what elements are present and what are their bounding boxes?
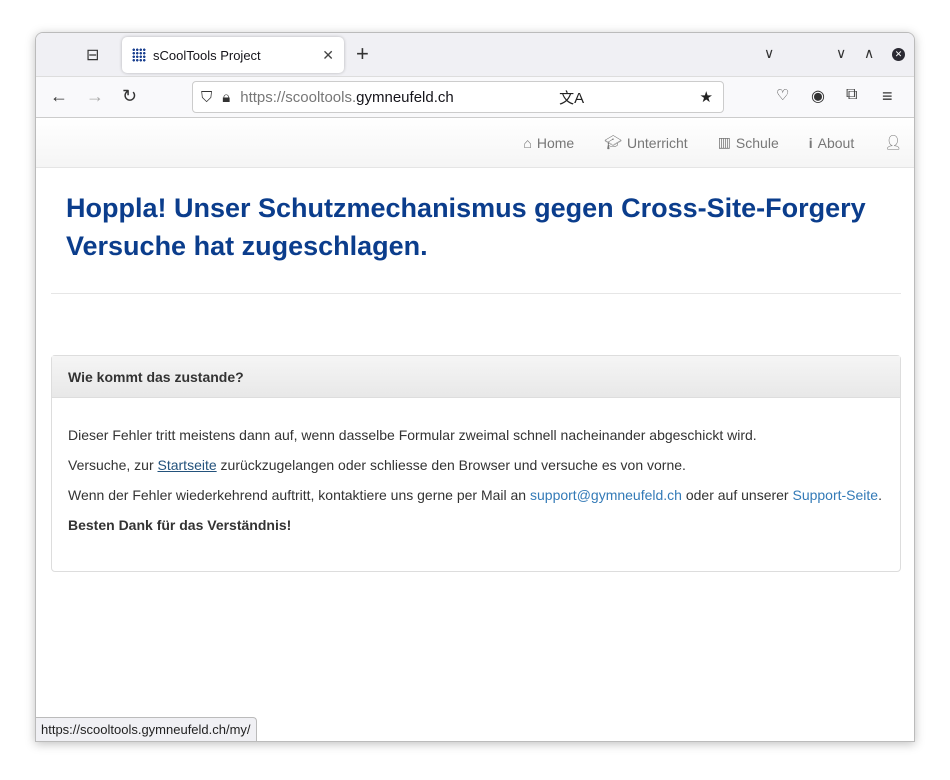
- new-tab-icon[interactable]: +: [356, 41, 369, 67]
- tab-bar: ⊟ sCoolTools Project ✕ + ∨ ∨ ∧ ✕: [36, 33, 914, 77]
- extensions-icon[interactable]: ⧉: [846, 86, 857, 104]
- lock-icon[interactable]: 🔒︎: [222, 89, 230, 106]
- tab-list-icon[interactable]: ∨: [764, 45, 774, 62]
- tab-overview-icon[interactable]: ⊟: [86, 45, 99, 65]
- translate-icon[interactable]: 文A: [559, 87, 584, 108]
- tab-close-icon[interactable]: ✕: [322, 47, 334, 64]
- paragraph-thanks: Besten Dank für das Verständnis!: [68, 517, 292, 533]
- graduation-cap-icon: 🎓︎: [604, 134, 622, 150]
- menu-icon[interactable]: ≡: [882, 86, 893, 107]
- info-panel: Wie kommt das zustande? Dieser Fehler tr…: [51, 355, 901, 572]
- nav-toolbar: ← → ↻ ⛉ 🔒︎ https://scooltools. gymneufeld…: [36, 77, 914, 118]
- tab-title: sCoolTools Project: [153, 47, 261, 63]
- nav-home[interactable]: ⌂ Home: [523, 135, 574, 151]
- paragraph-2: Versuche, zur Startseite zurückzugelange…: [68, 450, 884, 480]
- divider: [51, 293, 901, 294]
- tab-active[interactable]: sCoolTools Project ✕: [122, 37, 344, 73]
- startseite-link[interactable]: Startseite: [158, 457, 217, 473]
- nav-about[interactable]: i About: [809, 135, 854, 151]
- nav-unterricht[interactable]: 🎓︎ Unterricht: [604, 134, 687, 151]
- status-bar-url: https://scooltools.gymneufeld.ch/my/: [36, 717, 257, 741]
- browser-window: ⊟ sCoolTools Project ✕ + ∨ ∨ ∧ ✕ ← → ↻ ⛉…: [35, 32, 915, 742]
- reload-icon[interactable]: ↻: [122, 86, 137, 107]
- minimize-icon[interactable]: ∨: [836, 45, 846, 62]
- info-icon: i: [808, 134, 813, 151]
- user-menu[interactable]: 👤︎: [884, 134, 902, 151]
- site-navbar: ⌂ Home 🎓︎ Unterricht ▥ Schule i About 👤︎: [36, 118, 914, 168]
- nav-label: Unterricht: [627, 134, 688, 151]
- url-prefix: https://scooltools.: [240, 88, 357, 106]
- text: Versuche, zur: [68, 457, 158, 473]
- back-icon[interactable]: ←: [50, 86, 68, 107]
- nav-label: About: [817, 134, 855, 151]
- nav-schule[interactable]: ▥ Schule: [718, 134, 779, 151]
- account-icon[interactable]: ◉: [811, 86, 825, 106]
- home-icon: ⌂: [523, 134, 532, 151]
- nav-label: Home: [536, 134, 575, 151]
- text: oder auf unserer: [681, 487, 793, 503]
- support-page-link[interactable]: Support-Seite: [792, 487, 878, 503]
- bookmark-star-icon[interactable]: ★: [700, 88, 713, 106]
- user-icon: 👤︎: [884, 134, 902, 150]
- paragraph-3: Wenn der Fehler wiederkehrend auftritt, …: [68, 480, 884, 510]
- text: zurückzugelangen oder schliesse den Brow…: [216, 457, 686, 473]
- panel-heading: Wie kommt das zustande?: [52, 356, 900, 398]
- support-email-link[interactable]: support@gymneufeld.ch: [530, 487, 682, 503]
- url-bar[interactable]: ⛉ 🔒︎ https://scooltools. gymneufeld.ch 文A…: [192, 81, 724, 113]
- paragraph-1: Dieser Fehler tritt meistens dann auf, w…: [68, 427, 757, 443]
- nav-label: Schule: [735, 134, 779, 151]
- close-window-icon[interactable]: ✕: [892, 48, 905, 61]
- favicon-icon: [132, 48, 146, 62]
- forward-icon: →: [86, 86, 104, 106]
- maximize-icon[interactable]: ∧: [864, 45, 874, 62]
- text: .: [878, 487, 882, 503]
- url-domain: gymneufeld.ch: [356, 88, 454, 106]
- shield-icon[interactable]: ⛉: [201, 89, 212, 106]
- text: Wenn der Fehler wiederkehrend auftritt, …: [68, 487, 530, 503]
- school-icon: ▥: [717, 134, 731, 150]
- pocket-icon[interactable]: ♡: [776, 86, 789, 104]
- page-title: Hoppla! Unser Schutzmechanismus gegen Cr…: [66, 193, 866, 261]
- panel-body: Dieser Fehler tritt meistens dann auf, w…: [52, 398, 900, 562]
